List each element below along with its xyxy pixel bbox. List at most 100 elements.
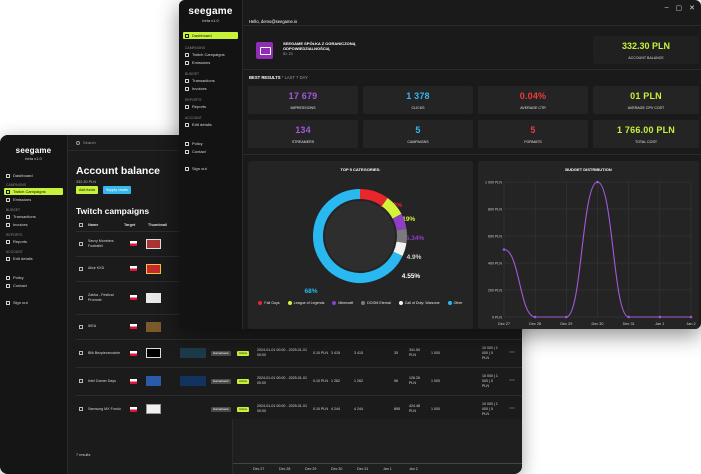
front-nav-transactions[interactable]: Transactions	[183, 77, 238, 84]
donut-slice-fall-guys[interactable]	[359, 189, 388, 207]
mail-icon	[185, 149, 189, 154]
legend-item[interactable]: Call of Duty: Warzone	[398, 301, 440, 305]
row-checkbox[interactable]	[79, 324, 83, 329]
back-nav-emissions[interactable]: Emissions	[4, 196, 63, 203]
poland-flag-icon	[130, 406, 137, 412]
legend-item[interactable]: League of Legends	[287, 301, 324, 305]
back-nav-reports[interactable]: Reports	[4, 238, 63, 245]
transactions-icon	[185, 78, 189, 83]
front-nav-edit-details[interactable]: Edit details	[183, 121, 238, 128]
col-name[interactable]: Name	[88, 223, 98, 227]
stat-value: 01 PLN	[630, 91, 662, 101]
minimize-icon[interactable]: –	[665, 4, 669, 12]
select-all-checkbox[interactable]	[79, 223, 83, 227]
best-results-title: BEST RESULTS * LAST 7 DAY	[249, 75, 308, 80]
x-tick-label: Dec 29	[560, 322, 572, 326]
status-badge: Active	[237, 350, 250, 356]
front-nav-twitch-campaigns[interactable]: Twitch Campaigns	[183, 51, 238, 58]
more-icon[interactable]: ⋯	[509, 378, 515, 384]
stat-average-cpv: 01 PLN AVERAGE CPV COST	[593, 86, 699, 114]
budget-point[interactable]	[596, 180, 599, 184]
mini-x-tick-label: Jan 1	[383, 467, 392, 471]
donut-label: 4.9%	[407, 254, 422, 261]
budget-point[interactable]	[565, 315, 568, 319]
back-nav-sign-out[interactable]: Sign out	[4, 299, 63, 306]
stat-value: 5	[415, 125, 421, 135]
budget-point[interactable]	[658, 315, 662, 319]
row-checkbox[interactable]	[79, 266, 83, 271]
x-tick-label: Dec 27	[498, 322, 510, 326]
search-input[interactable]: Search	[76, 140, 96, 145]
more-icon[interactable]: ⋯	[509, 350, 515, 356]
campaign-impressions: 3 415	[331, 350, 340, 355]
front-nav-sign-out[interactable]: Sign out	[183, 165, 238, 172]
budget-point[interactable]	[689, 315, 693, 319]
row-checkbox[interactable]	[79, 241, 83, 246]
row-checkbox[interactable]	[79, 379, 83, 383]
back-nav-contact[interactable]: Contact	[4, 282, 63, 289]
back-nav-invoices[interactable]: Invoices	[4, 221, 63, 228]
type-badge: Gameboost	[211, 378, 231, 384]
stat-label: STREAMERS	[291, 140, 315, 144]
table-row[interactable]: Samsung MX Fundu Gameboost Active 2024-0…	[76, 395, 522, 422]
close-icon[interactable]: ✕	[689, 4, 695, 12]
document-icon	[6, 275, 10, 280]
budget-point[interactable]	[627, 315, 630, 319]
row-checkbox[interactable]	[79, 351, 83, 355]
budget-point[interactable]	[533, 315, 537, 319]
table-row[interactable]: Intel Gamer Days Gameboost Active 2024-0…	[76, 367, 522, 394]
front-nav-reports[interactable]: Reports	[183, 103, 238, 110]
monitor-icon	[6, 189, 10, 194]
stat-label: TOTAL COST	[634, 140, 658, 144]
status-badge: Active	[237, 406, 250, 412]
campaign-cost: 424.48 PLN	[409, 404, 420, 413]
campaign-thumbnail	[146, 263, 161, 274]
front-nav-dashboard[interactable]: Dashboard	[183, 32, 238, 39]
col-thumbnail[interactable]: Thumbnail	[148, 223, 167, 227]
campaign-budget: 1 000	[431, 378, 440, 383]
donut-slice-minecraft[interactable]	[392, 213, 407, 231]
results-count: 7 results	[76, 453, 91, 457]
legend-item[interactable]: Other	[447, 301, 463, 305]
col-target[interactable]: Target	[124, 223, 135, 227]
add-funds-button[interactable]: Add funds	[76, 186, 99, 194]
budget-point[interactable]	[502, 248, 506, 251]
twitch-campaigns-title: Twitch campaigns	[76, 206, 150, 216]
maximize-icon[interactable]: ▢	[676, 4, 683, 12]
account-balance-card[interactable]: 332.30 PLN ACCOUNT BALANCE	[593, 36, 699, 64]
row-checkbox[interactable]	[79, 407, 83, 411]
more-icon[interactable]: ⋯	[509, 406, 515, 412]
back-nav-policy[interactable]: Policy	[4, 274, 63, 281]
back-nav-twitch-campaigns[interactable]: Twitch Campaigns	[4, 188, 63, 195]
campaign-preview	[180, 376, 206, 386]
legend-item[interactable]: Minecraft	[332, 301, 353, 305]
briefcase-icon	[256, 41, 273, 59]
back-nav-dashboard[interactable]: Dashboard	[4, 172, 63, 179]
front-nav-section-reports: REPORTS	[185, 98, 202, 102]
front-nav-invoices[interactable]: Invoices	[183, 85, 238, 92]
back-nav-edit-details[interactable]: Edit details	[4, 255, 63, 262]
supply-charts-button[interactable]: Supply charts	[103, 186, 131, 194]
stat-streamers: 134 STREAMERS	[248, 120, 358, 148]
stat-value: 1 378	[406, 91, 430, 101]
row-checkbox[interactable]	[79, 295, 83, 300]
front-nav-emissions[interactable]: Emissions	[183, 59, 238, 66]
legend-item[interactable]: Fall Guys	[258, 301, 280, 305]
stat-label: CAMPAIGNS	[407, 140, 429, 144]
campaign-thumbnail	[146, 348, 161, 358]
back-logo[interactable]: seegame	[0, 146, 67, 155]
front-nav-contact[interactable]: Contact	[183, 148, 238, 155]
back-nav-transactions[interactable]: Transactions	[4, 213, 63, 220]
stage: seegame beta v1.0 Dashboard CAMPAIGNS Tw…	[0, 0, 701, 474]
donut-slice-call-of-duty-warzone[interactable]	[393, 241, 407, 257]
legend-item[interactable]: DOOM Eternal	[361, 301, 391, 305]
legend-dot-icon	[258, 301, 263, 305]
poland-flag-icon	[130, 350, 137, 356]
front-nav-policy[interactable]: Policy	[183, 140, 238, 147]
campaign-total: 10 000 | 1 000 | 0 PLN	[482, 345, 498, 360]
table-row[interactable]: Blik Bezpiecznośnie Gameboost Active 202…	[76, 339, 522, 366]
hello-user: Hello, demo@seegame.io	[249, 19, 298, 24]
front-logo[interactable]: seegame	[179, 6, 242, 17]
campaign-name: Żabka - Festival Promote	[88, 292, 114, 302]
mini-x-tick-label: Dec 31	[357, 467, 369, 471]
